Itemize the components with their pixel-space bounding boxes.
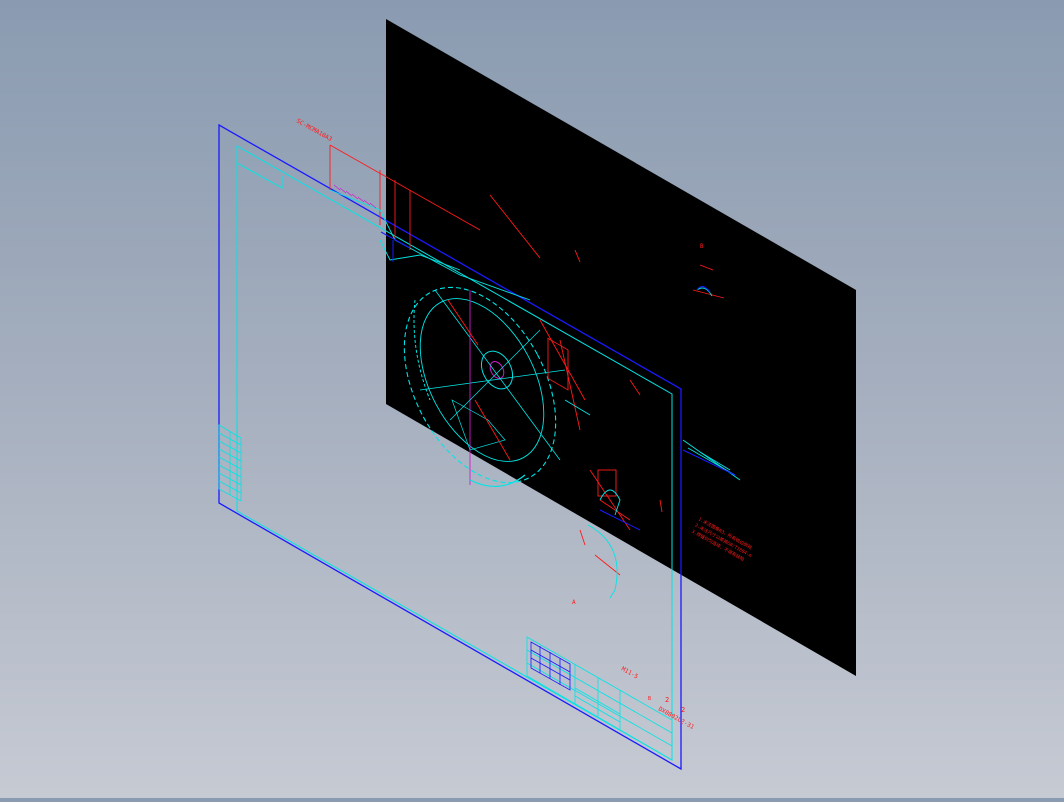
title-code: M11-5 [620, 666, 640, 681]
marker-b: 2 [681, 706, 685, 714]
revision-block [218, 424, 242, 502]
top-label: SC-MCMA10A3 [295, 118, 333, 144]
detail-label: B [700, 243, 704, 250]
part-label: B [648, 696, 651, 702]
marker-a: 2 [665, 696, 669, 704]
black-drawing-sheet [386, 19, 856, 676]
frame-notch [236, 162, 283, 189]
cad-viewport[interactable]: SC-MCMA10A3 A B B M11-5 DX0802L2-31 2 2 … [0, 0, 1064, 798]
section-label: A [572, 599, 576, 606]
cad-canvas[interactable]: SC-MCMA10A3 A B B M11-5 DX0802L2-31 2 2 … [0, 0, 1064, 798]
